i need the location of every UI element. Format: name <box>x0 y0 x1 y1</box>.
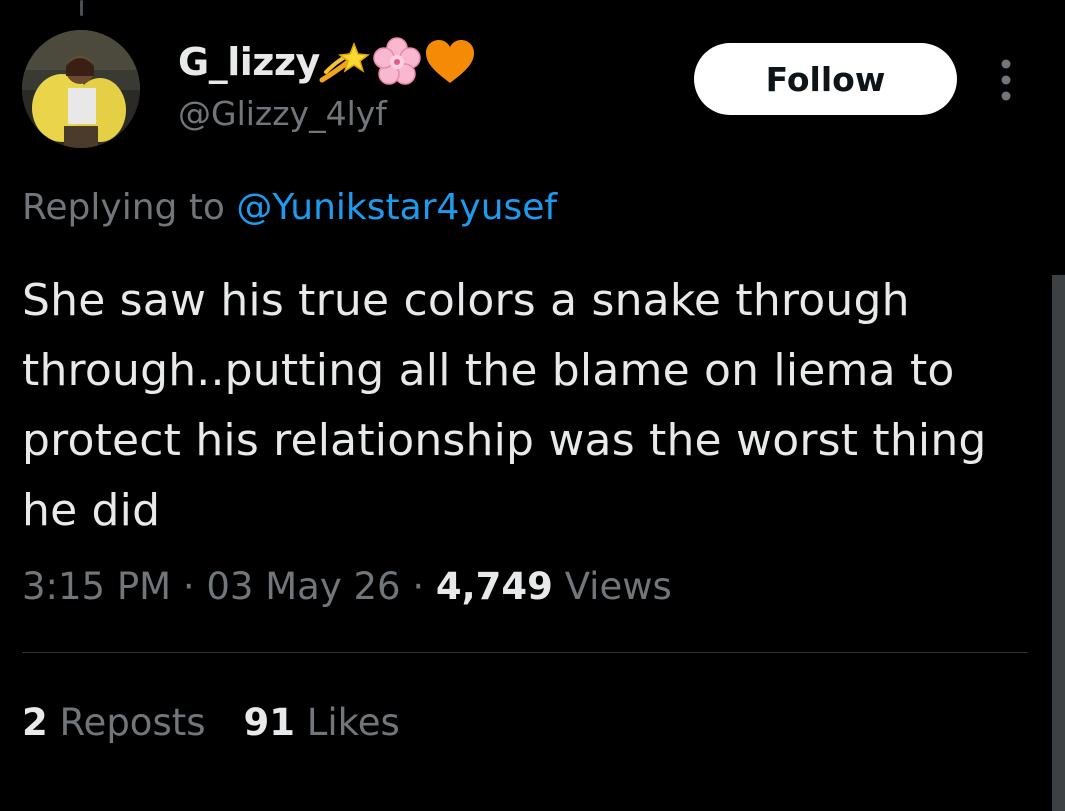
display-name-emojis <box>318 37 476 91</box>
reposts-label: Reposts <box>59 701 206 744</box>
likes-count: 91 <box>243 701 296 744</box>
thread-connector-line <box>80 0 83 16</box>
tweet-text: She saw his true colors a snake through … <box>22 275 987 536</box>
author-display-name[interactable]: G_lizzy <box>178 38 320 86</box>
engagement-stats: 2 Reposts 91 Likes <box>22 698 400 748</box>
tweet-date[interactable]: 03 May 26 <box>206 565 400 608</box>
tweet-metadata: 3:15 PM · 03 May 26 · 4,749 Views <box>22 562 672 612</box>
avatar-image <box>22 30 140 148</box>
reply-mention-link[interactable]: @Yunikstar4yusef <box>236 187 557 228</box>
divider <box>22 652 1028 653</box>
reposts-count: 2 <box>22 701 48 744</box>
follow-button[interactable]: Follow <box>694 43 957 115</box>
replying-to-line: Replying to @Yunikstar4yusef <box>22 184 557 232</box>
likes-label: Likes <box>306 701 400 744</box>
likes-stat[interactable]: 91 Likes <box>244 701 400 744</box>
avatar[interactable] <box>22 30 140 148</box>
reposts-stat[interactable]: 2 Reposts <box>22 701 206 744</box>
meta-separator: · <box>182 565 195 608</box>
views-label: Views <box>564 565 672 608</box>
tweet-time[interactable]: 3:15 PM <box>22 565 171 608</box>
more-options-icon[interactable] <box>996 58 1016 102</box>
dizzy-star-icon <box>318 40 370 88</box>
views-count: 4,749 <box>435 565 553 608</box>
orange-heart-icon <box>424 39 476 89</box>
cherry-blossom-icon <box>372 37 422 91</box>
meta-separator: · <box>412 565 425 608</box>
replying-to-label: Replying to <box>22 187 225 228</box>
author-handle[interactable]: @Glizzy_4lyf <box>178 92 387 136</box>
scrollbar[interactable] <box>1052 275 1065 811</box>
